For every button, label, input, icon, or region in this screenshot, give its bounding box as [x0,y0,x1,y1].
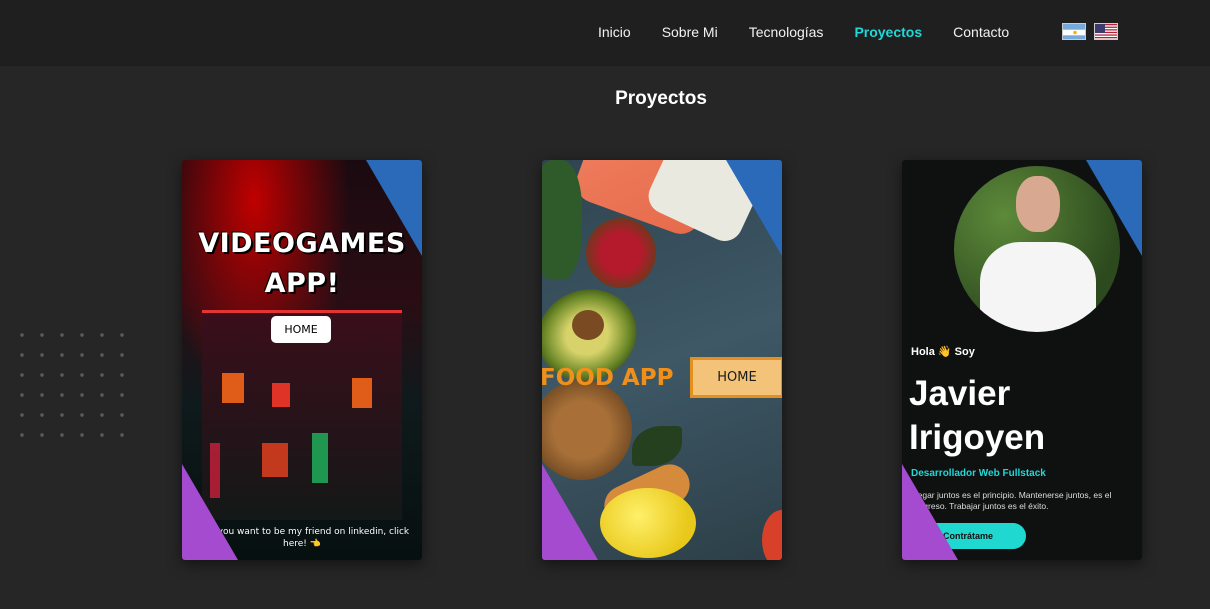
nav-links: Inicio Sobre Mi Tecnologías Proyectos Co… [598,22,1040,42]
nav-link-contacto[interactable]: Contacto [953,22,1009,42]
videogames-home-button[interactable]: HOME [271,316,331,343]
nav-link-sobre-mi[interactable]: Sobre Mi [662,22,718,42]
herbs-illustration [542,160,582,280]
neon-sign [312,433,328,483]
window [352,378,372,408]
argentina-flag-icon[interactable] [1062,23,1086,40]
project-card-portfolio[interactable]: Hola 👋 Soy Javier Irigoyen Desarrollador… [902,160,1142,560]
section-title: Proyectos [615,88,707,109]
nav-link-proyectos[interactable]: Proyectos [854,22,922,42]
greeting-text: Hola 👋 Soy [911,346,975,358]
nav-link-inicio[interactable]: Inicio [598,22,631,42]
profile-head [1016,176,1060,232]
window [272,383,290,407]
navbar: Inicio Sobre Mi Tecnologías Proyectos Co… [0,0,1210,66]
usa-flag-icon[interactable] [1094,23,1118,40]
food-app-title: FOOD APP [542,365,674,391]
window [222,373,244,403]
corner-triangle-purple [182,464,238,560]
lemon-illustration [600,488,696,558]
corner-triangle-blue [726,160,782,256]
corner-triangle-blue [1086,160,1142,256]
profile-name: Javier Irigoyen [909,374,1046,457]
project-card-videogames[interactable]: VIDEOGAMES APP! HOME 👈 If you want to be… [182,160,422,560]
decorative-dots [12,325,127,440]
nav-link-tecnologias[interactable]: Tecnologías [749,22,824,42]
corner-triangle-purple [902,464,958,560]
profile-shirt [980,242,1096,332]
window [262,443,288,477]
project-card-food[interactable]: FOOD APP HOME [542,160,782,560]
avocado-seed [572,310,604,340]
peppercorn-bowl-illustration [586,218,656,288]
corner-triangle-blue [366,160,422,256]
food-home-button[interactable]: HOME [690,357,782,398]
corner-triangle-purple [542,464,598,560]
